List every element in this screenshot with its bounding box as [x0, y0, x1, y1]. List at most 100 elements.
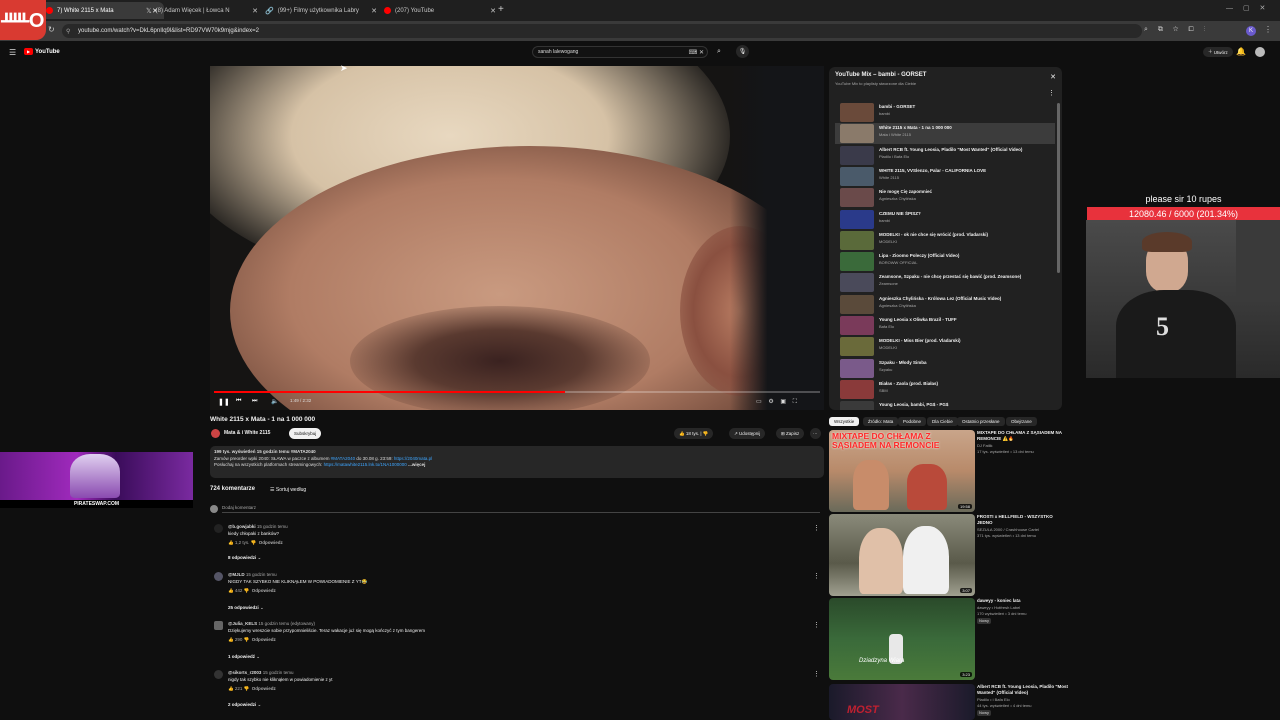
playlist-item[interactable]: Young Leosia x Oliwka Brazil - TUFF Bafa …: [835, 315, 1055, 336]
youtube-logo[interactable]: ▶ YouTube: [24, 48, 60, 55]
search-icon: ⌕: [717, 48, 721, 55]
thumbs-down-icon[interactable]: 👎: [244, 686, 250, 691]
video-description[interactable]: 199 tys. wyświetleń 15 godzin temu #MATA…: [210, 446, 824, 478]
thumbs-up-icon[interactable]: 👍: [228, 540, 234, 545]
search-button[interactable]: ⌕: [712, 46, 726, 58]
thumbs-down-icon[interactable]: 👎: [244, 637, 250, 642]
subscribe-button[interactable]: Subskrybuj: [289, 428, 322, 439]
channel-name[interactable]: Mata & i White 2115: [224, 430, 270, 436]
like-button[interactable]: 👍 18 tys. | 👎: [674, 428, 714, 439]
next-button[interactable]: ⏭: [252, 398, 257, 405]
recommended-video[interactable]: Dziadzyna Wiara 3:23 daweyy - koniec lat…: [829, 598, 1069, 680]
previous-button[interactable]: ⏮: [236, 398, 241, 405]
profile-avatar[interactable]: K: [1246, 26, 1256, 36]
playlist-item[interactable]: Zeamsone, Szpaku - nie chcę przestać się…: [835, 272, 1055, 293]
browser-extension-icons[interactable]: ⌕ ⧉ ☆ ⧠ ⫶: [1144, 26, 1205, 34]
browser-menu-icon[interactable]: ⋮: [1264, 25, 1272, 34]
video-player[interactable]: [210, 66, 824, 410]
address-bar[interactable]: ⚲ youtube.com/watch?v=DkL6pnIlq9l&list=RD…: [62, 24, 1142, 38]
save-button[interactable]: ⊞ Zapisz: [776, 428, 805, 439]
playlist-item-title: Lipa - Zioomo Poleczy (Official Video): [879, 253, 960, 259]
player-settings-icons[interactable]: ▭ ⚙ ▣ ⛶: [756, 398, 797, 406]
recommended-video[interactable]: MIXTAPE DO CHŁAMA Z SĄSIADEM NA REMONCIE…: [829, 430, 1069, 512]
comment-more-icon[interactable]: ⋮: [813, 621, 820, 629]
channel-avatar[interactable]: [211, 429, 220, 438]
recommended-video-title[interactable]: FROSTI x HELLFIELD - WSZYSTKO JEDNO: [977, 514, 1069, 526]
more-horizontal-icon: ⋯: [813, 430, 818, 436]
comment-more-icon[interactable]: ⋮: [813, 670, 820, 678]
window-controls[interactable]: — ▢ ✕: [1226, 4, 1265, 12]
clear-search-icon[interactable]: ⌨ ✕: [689, 49, 704, 56]
more-actions-button[interactable]: ⋯: [810, 428, 821, 439]
playlist-item[interactable]: MODELKI - ok nie chce się wrócić (prod. …: [835, 230, 1055, 251]
filter-chip[interactable]: Obejrzane: [1006, 417, 1037, 426]
comment-more-icon[interactable]: ⋮: [813, 524, 820, 532]
browser-tab-3[interactable]: 🔗 (99+) Filmy użytkownika Labry ✕: [259, 2, 383, 19]
filter-chip[interactable]: Dla Ciebie: [927, 417, 958, 426]
hamburger-menu-icon[interactable]: ☰: [9, 48, 16, 57]
share-button[interactable]: ↗ Udostępnij: [729, 428, 766, 439]
playlist-more-icon[interactable]: ⋮: [1048, 89, 1055, 97]
video-thumbnail[interactable]: MOST: [829, 684, 975, 720]
filter-chip[interactable]: Podobne: [898, 417, 927, 426]
thumbs-up-icon[interactable]: 👍: [228, 686, 234, 691]
recommended-video-title[interactable]: MIXTAPE DO CHŁAMA Z SĄSIADEM NA REMONCIE…: [977, 430, 1069, 442]
volume-icon[interactable]: 🔈: [271, 398, 278, 405]
playlist-item[interactable]: MODELKI - Miss Bier (prod. Vladarski) MOD…: [835, 336, 1055, 357]
playlist-item[interactable]: Białas - Zaola (prod. Białas) SBM: [835, 379, 1055, 400]
playlist-scrollbar[interactable]: [1057, 103, 1060, 273]
recommended-video-title[interactable]: Albert RCB ft. Young Leosia, Pladilo "Mo…: [977, 684, 1069, 696]
playlist-item[interactable]: CZEMU NIE ŚPISZ? bambi: [835, 209, 1055, 230]
playlist-title[interactable]: YouTube Mix – bambi - GORSET: [835, 72, 926, 78]
playlist-item-thumbnail: [840, 379, 874, 399]
playlist-item-title: WHITE 2115, VVSlenzo, Palar - CALIFORNIA…: [879, 167, 987, 173]
account-avatar[interactable]: [1255, 47, 1265, 57]
playlist-item[interactable]: White 2115 x Mata - 1 na 1 000 000 Mata i…: [835, 123, 1055, 145]
playlist-item[interactable]: Young Leosia, bambi, PG$ - PG$Bafa Elo: [835, 400, 1055, 410]
close-tab-icon[interactable]: ✕: [371, 7, 377, 15]
playlist-item[interactable]: Agnieszka Chylińska - Królowa Lez (Offic…: [835, 294, 1055, 315]
close-playlist-icon[interactable]: ✕: [1050, 73, 1056, 81]
create-button[interactable]: ＋ Utwórz: [1203, 47, 1233, 57]
reload-icon[interactable]: ↻: [48, 25, 55, 34]
pause-button[interactable]: ❚❚: [218, 398, 230, 406]
notifications-bell-icon[interactable]: 🔔: [1236, 47, 1246, 56]
video-thumbnail[interactable]: Dziadzyna Wiara 3:23: [829, 598, 975, 680]
playlist-item[interactable]: Nie mogę Cię zapomnieć Agnieszka Chylińsk…: [835, 187, 1055, 208]
thumbs-down-icon[interactable]: 👎: [244, 588, 250, 593]
recommended-video[interactable]: 3:07 FROSTI x HELLFIELD - WSZYSTKO JEDNO…: [829, 514, 1069, 596]
sponsor-label: PIRATESWAP.COM: [0, 500, 193, 508]
playlist-item-thumbnail: [840, 401, 874, 410]
playlist-item[interactable]: WHITE 2115, VVSlenzo, Palar - CALIFORNIA…: [835, 166, 1055, 187]
thumbs-up-icon[interactable]: 👍: [228, 588, 234, 593]
voice-search-button[interactable]: 🎙: [736, 45, 749, 58]
thumbs-down-icon[interactable]: 👎: [703, 431, 709, 437]
playlist-item-title: Young Leosia x Oliwka Brazil - TUFF: [879, 317, 957, 322]
close-tab-icon[interactable]: ✕: [490, 7, 496, 15]
comment-more-icon[interactable]: ⋮: [813, 572, 820, 580]
browser-tab-4[interactable]: (207) YouTube ✕: [378, 2, 502, 19]
recommended-video-title[interactable]: daweyy - koniec lata: [977, 598, 1069, 604]
sort-comments-button[interactable]: ☰ Sortuj według: [270, 487, 306, 493]
playlist-item[interactable]: Lipa - Zioomo Poleczy (Official Video) BO…: [835, 251, 1055, 272]
recommended-video[interactable]: MOST Albert RCB ft. Young Leosia, Pladil…: [829, 684, 1069, 720]
sort-icon: ☰: [270, 487, 275, 493]
browser-tab-2[interactable]: 𝕏 (8) Adam Więcek | Łowca N ✕: [140, 2, 264, 19]
new-tab-button[interactable]: +: [498, 4, 504, 15]
playlist-item-thumbnail: [840, 166, 874, 186]
playlist-item[interactable]: Albert RCB ft. Young Leosia, Pladilo "Mo…: [835, 145, 1055, 166]
filter-chip[interactable]: Ostatnio przesłane: [957, 417, 1005, 426]
playlist-item[interactable]: Szpaku - Młody Simba Szpaku: [835, 358, 1055, 379]
thumbs-up-icon[interactable]: 👍: [228, 637, 234, 642]
search-input[interactable]: sanah lalewogang ⌨ ✕: [532, 46, 708, 58]
playlist-item[interactable]: bambi - GORSET bambi: [835, 102, 1055, 123]
video-duration: 3:07: [960, 588, 972, 593]
thumbs-down-icon[interactable]: 👎: [251, 540, 257, 545]
site-info-icon[interactable]: ⚲: [66, 28, 70, 35]
filter-chip[interactable]: Źródło: Mata: [863, 417, 899, 426]
filter-chip[interactable]: Wszystkie: [829, 417, 860, 426]
video-thumbnail[interactable]: MIXTAPE DO CHŁAMA Z SĄSIADEM NA REMONCIE…: [829, 430, 975, 512]
close-tab-icon[interactable]: ✕: [252, 7, 258, 15]
add-comment-input[interactable]: Dodaj komentarz: [222, 505, 820, 513]
video-thumbnail[interactable]: 3:07: [829, 514, 975, 596]
